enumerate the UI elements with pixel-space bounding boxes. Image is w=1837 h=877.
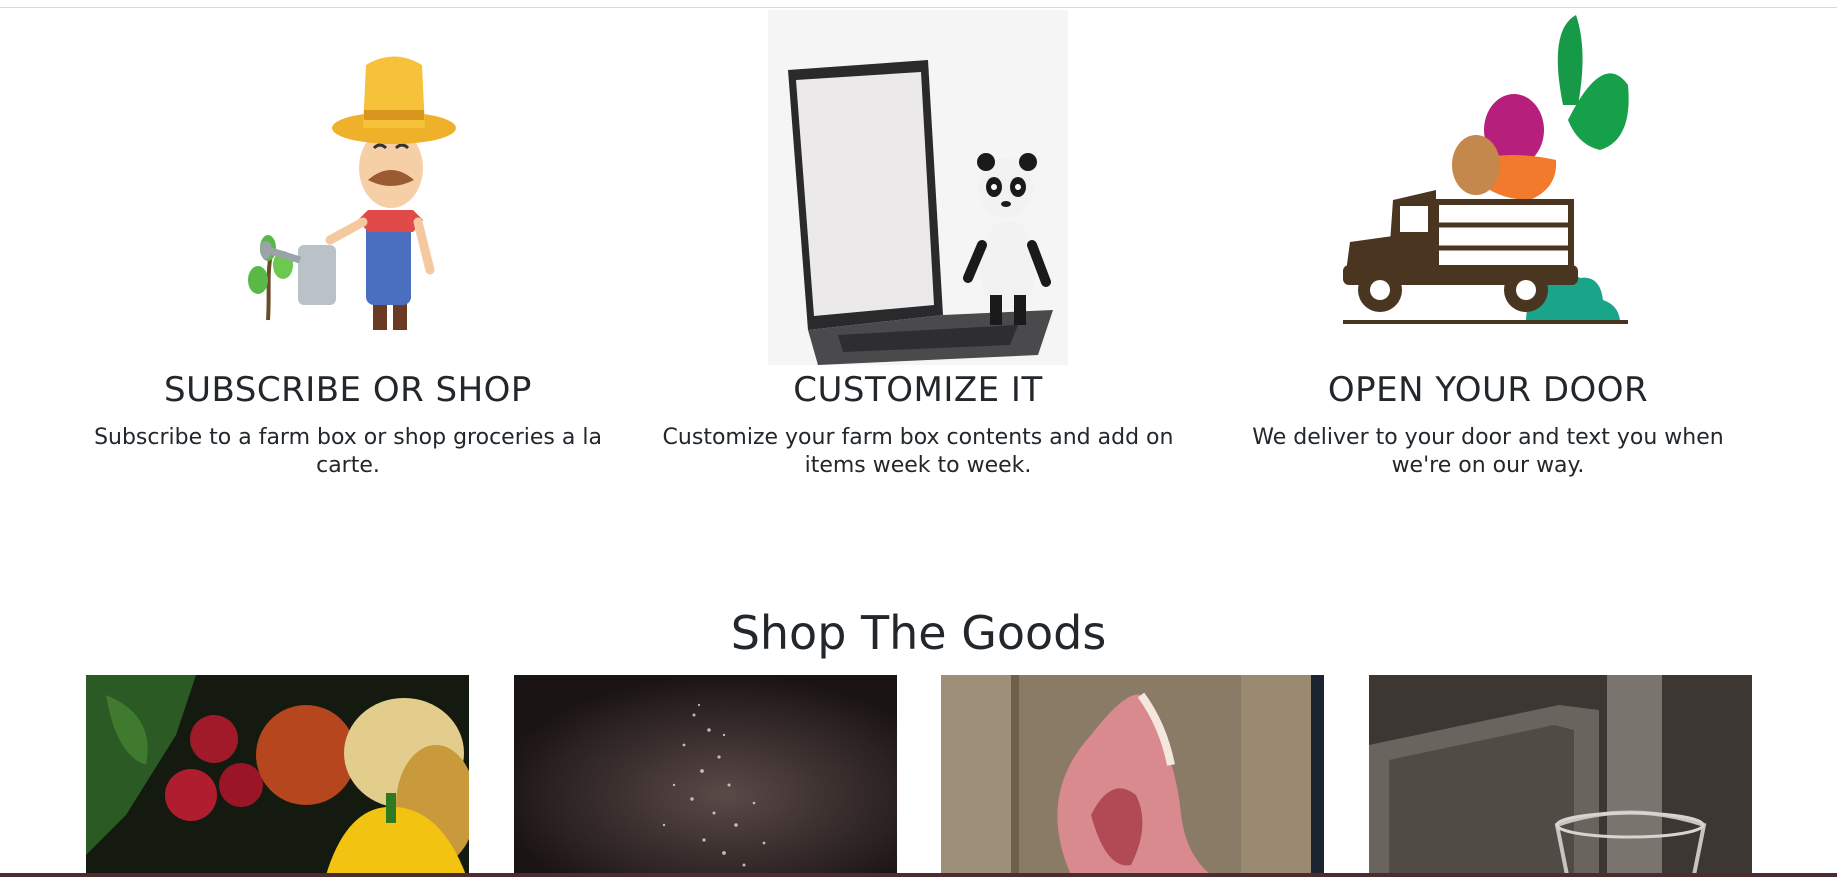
category-tile-home[interactable] [1369, 675, 1752, 875]
step-title: CUSTOMIZE IT [793, 370, 1043, 410]
category-tile-meat[interactable] [941, 675, 1324, 875]
delivery-truck-illustration [1208, 10, 1768, 365]
farmer-illustration [68, 10, 628, 365]
top-divider [0, 7, 1837, 8]
step-description: We deliver to your door and text you whe… [1252, 425, 1724, 478]
produce-photo [86, 675, 469, 875]
step-title: OPEN YOUR DOOR [1327, 370, 1649, 410]
category-tile-produce[interactable] [86, 675, 469, 875]
laptop-panda-illustration [638, 10, 1198, 365]
step-title: SUBSCRIBE OR SHOP [164, 370, 532, 410]
meat-photo [941, 675, 1324, 875]
bottom-edge-strip [0, 873, 1837, 877]
category-tile-pantry[interactable] [514, 675, 897, 875]
step-description: Subscribe to a farm box or shop grocerie… [94, 425, 602, 478]
glass-photo [1369, 675, 1752, 875]
step-description: Customize your farm box contents and add… [662, 425, 1174, 478]
shop-section-title: Shop The Goods [730, 606, 1107, 660]
salt-photo [514, 675, 897, 875]
